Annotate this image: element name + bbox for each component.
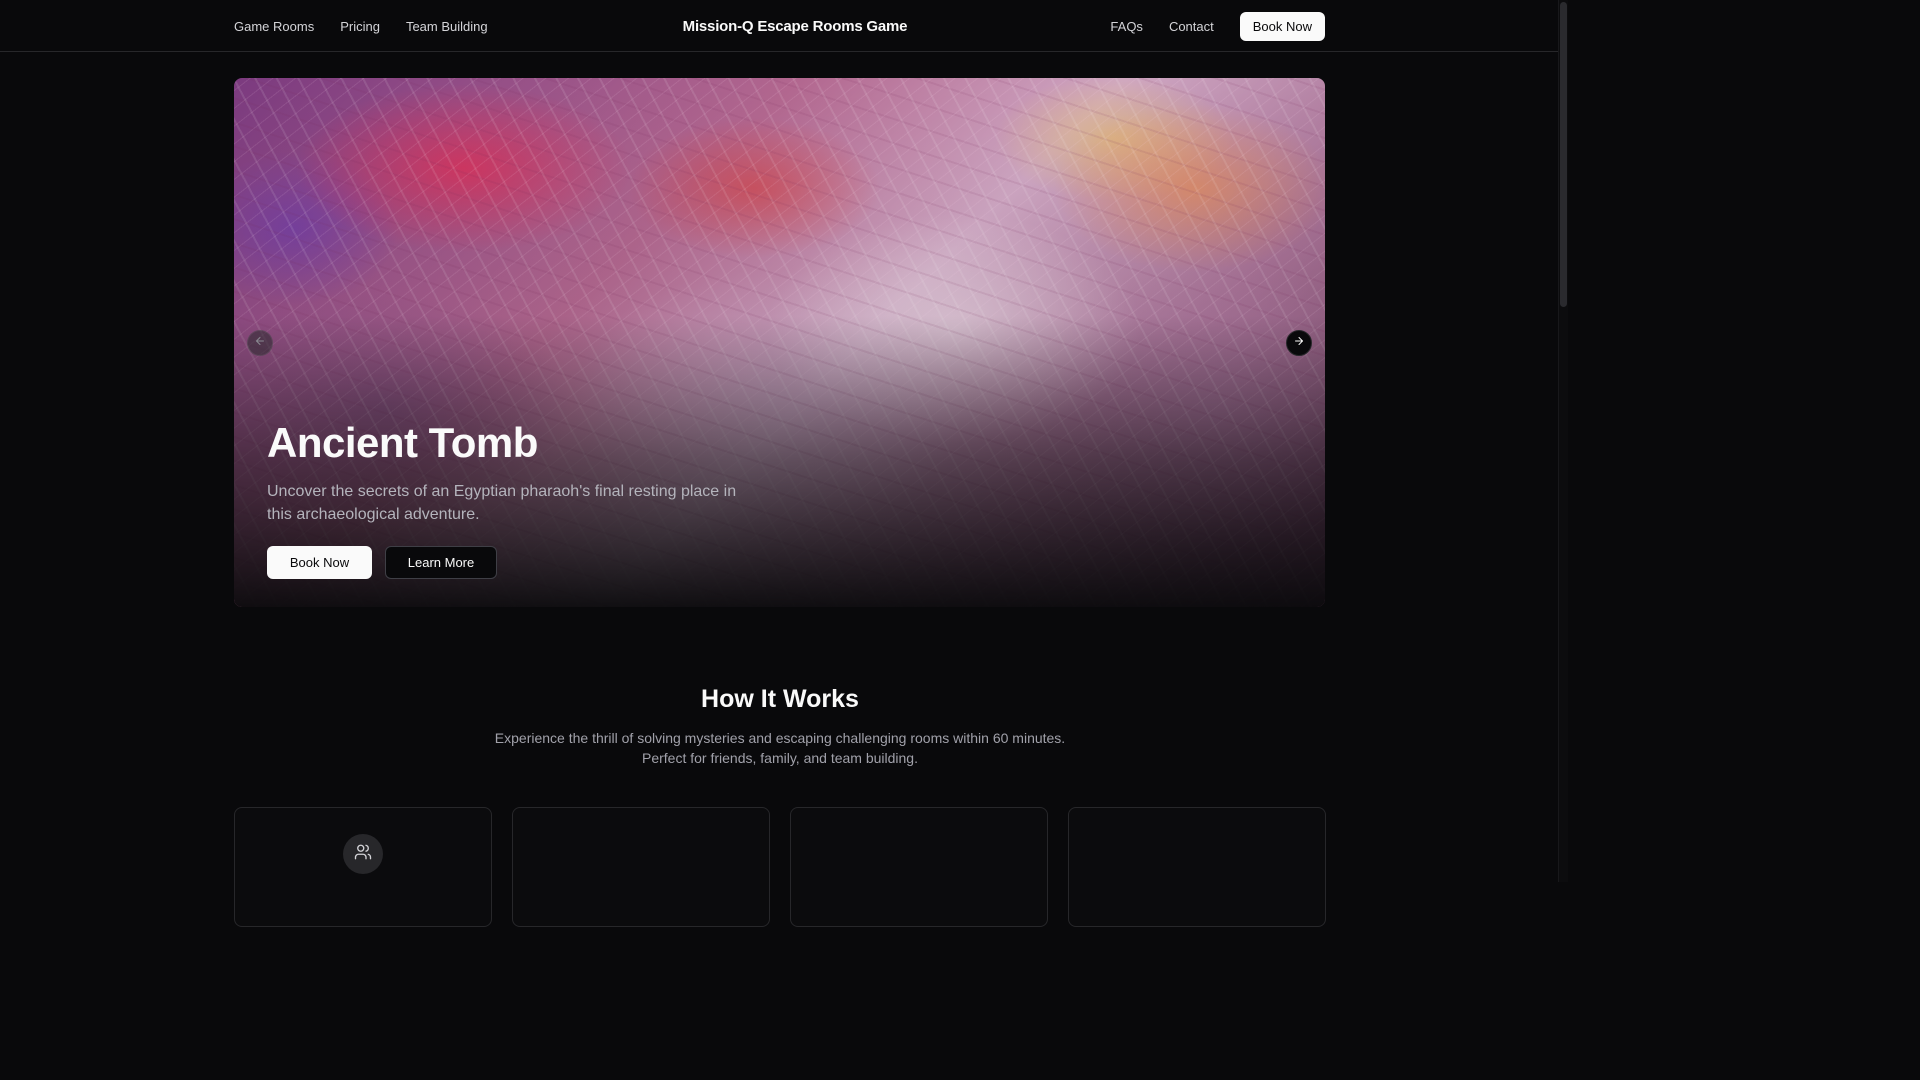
nav-right: FAQs Contact Book Now (1110, 0, 1325, 52)
nav-left: Game Rooms Pricing Team Building (234, 0, 488, 52)
card-icon-circle (343, 834, 383, 874)
subtitle-line-1: Experience the thrill of solving mysteri… (494, 730, 1066, 746)
carousel-prev-button[interactable] (247, 330, 273, 356)
hero-book-now-button[interactable]: Book Now (267, 546, 372, 580)
feature-card (512, 807, 770, 927)
nav-faqs[interactable]: FAQs (1110, 19, 1143, 34)
nav-contact[interactable]: Contact (1169, 19, 1214, 34)
arrow-left-icon (254, 334, 266, 352)
hero-actions: Book Now Learn More (267, 546, 787, 580)
header-book-now-button[interactable]: Book Now (1239, 11, 1325, 41)
hero-description: Uncover the secrets of an Egyptian phara… (267, 483, 737, 524)
site-header: Game Rooms Pricing Team Building Mission… (0, 0, 1558, 52)
nav-pricing[interactable]: Pricing (340, 19, 380, 34)
feature-card (234, 807, 492, 927)
page-scrollbar[interactable] (1558, 0, 1568, 882)
how-it-works-subtitle: Experience the thrill of solving mysteri… (0, 728, 1560, 768)
brand-logo-text[interactable]: Mission-Q Escape Rooms Game (683, 18, 908, 35)
nav-game-rooms[interactable]: Game Rooms (234, 19, 314, 34)
feature-card (790, 807, 1048, 927)
nav-team-building[interactable]: Team Building (406, 19, 488, 34)
how-it-works-title: How It Works (701, 685, 859, 713)
carousel-next-button[interactable] (1286, 330, 1312, 356)
hero-content: Ancient Tomb Uncover the secrets of an E… (267, 418, 787, 580)
hero-learn-more-button[interactable]: Learn More (385, 546, 497, 580)
users-icon (354, 843, 372, 866)
subtitle-line-2: Perfect for friends, family, and team bu… (642, 750, 918, 766)
feature-card (1068, 807, 1326, 927)
arrow-right-icon (1293, 334, 1305, 352)
hero-title: Ancient Tomb (267, 419, 538, 466)
scrollbar-thumb[interactable] (1560, 2, 1567, 307)
hero-carousel: Ancient Tomb Uncover the secrets of an E… (234, 78, 1325, 607)
feature-cards (234, 807, 1326, 927)
